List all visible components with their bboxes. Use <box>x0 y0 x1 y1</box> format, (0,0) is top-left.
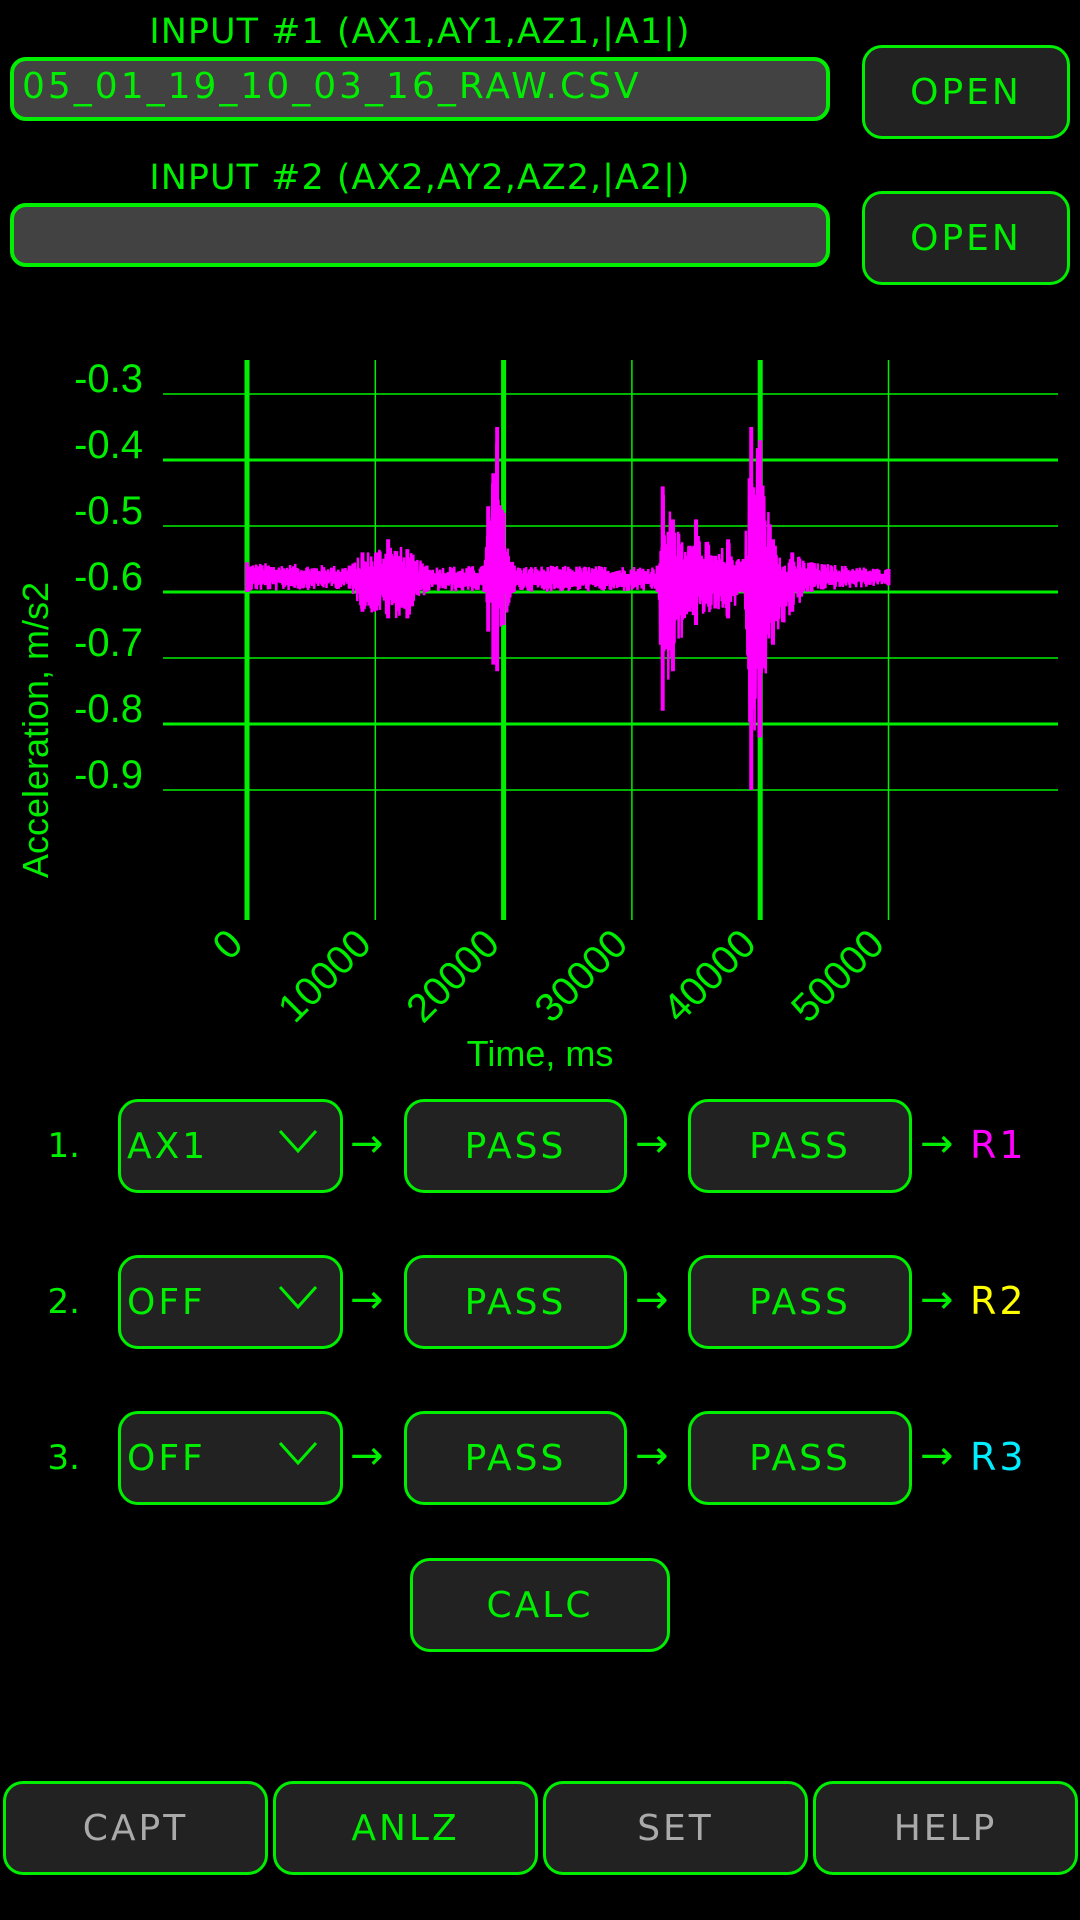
pipeline-row-number: 1. <box>47 1126 80 1166</box>
stage1-button-3[interactable]: PASS <box>404 1411 627 1505</box>
result-label-2: R2 <box>970 1279 1027 1323</box>
chevron-down-icon <box>278 1129 318 1154</box>
x-tick-label: 30000 <box>526 921 636 1031</box>
arrow-icon: → <box>350 1433 384 1479</box>
source-dropdown-3[interactable]: OFF <box>118 1411 343 1505</box>
calc-button[interactable]: CALC <box>410 1558 670 1652</box>
input-1-label: INPUT #1 (AX1,AY1,AZ1,|A1|) <box>149 12 691 52</box>
input-2-field[interactable] <box>10 203 830 267</box>
y-tick-label: -0.8 <box>74 687 143 731</box>
source-dropdown-value: OFF <box>127 1437 206 1479</box>
arrow-icon: → <box>920 1277 954 1323</box>
x-tick-label: 40000 <box>655 921 765 1031</box>
stage2-button-1[interactable]: PASS <box>688 1099 912 1193</box>
result-label-1: R1 <box>970 1123 1027 1167</box>
arrow-icon: → <box>635 1433 669 1479</box>
open-input-2-button[interactable]: OPEN <box>862 191 1070 285</box>
chevron-down-icon <box>278 1285 318 1310</box>
arrow-icon: → <box>635 1277 669 1323</box>
open-input-1-button[interactable]: OPEN <box>862 45 1070 139</box>
arrow-icon: → <box>635 1121 669 1167</box>
y-tick-label: -0.4 <box>74 423 143 467</box>
arrow-icon: → <box>920 1121 954 1167</box>
y-tick-label: -0.7 <box>74 621 143 665</box>
x-tick-label: 10000 <box>270 921 380 1031</box>
nav-tab-capt[interactable]: CAPT <box>3 1781 268 1875</box>
nav-tab-anlz[interactable]: ANLZ <box>273 1781 538 1875</box>
y-tick-label: -0.9 <box>74 753 143 797</box>
chevron-down-icon <box>278 1441 318 1466</box>
acceleration-chart[interactable]: -0.3 -0.4 -0.5 -0.6 -0.7 -0.8 -0.9 0 10000 20000… <box>0 340 1080 1080</box>
input-1-field[interactable]: 05_01_19_10_03_16_RAW.CSV <box>10 57 830 121</box>
arrow-icon: → <box>350 1121 384 1167</box>
source-dropdown-1[interactable]: AX1 <box>118 1099 343 1193</box>
source-dropdown-value: AX1 <box>127 1125 209 1167</box>
arrow-icon: → <box>350 1277 384 1323</box>
pipeline-row-number: 3. <box>47 1438 80 1478</box>
source-dropdown-value: OFF <box>127 1281 206 1323</box>
y-tick-label: -0.3 <box>74 357 143 401</box>
x-tick-label: 20000 <box>398 921 508 1031</box>
nav-tab-set[interactable]: SET <box>543 1781 808 1875</box>
stage2-button-3[interactable]: PASS <box>688 1411 912 1505</box>
x-tick-label: 0 <box>205 921 252 968</box>
result-label-3: R3 <box>970 1435 1027 1479</box>
y-tick-label: -0.5 <box>74 489 143 533</box>
nav-tab-help[interactable]: HELP <box>813 1781 1078 1875</box>
stage1-button-1[interactable]: PASS <box>404 1099 627 1193</box>
arrow-icon: → <box>920 1433 954 1479</box>
x-axis-label: Time, ms <box>467 1033 614 1074</box>
stage1-button-2[interactable]: PASS <box>404 1255 627 1349</box>
source-dropdown-2[interactable]: OFF <box>118 1255 343 1349</box>
input-2-label: INPUT #2 (AX2,AY2,AZ2,|A2|) <box>149 158 691 198</box>
x-tick-label: 50000 <box>783 921 893 1031</box>
pipeline-row-number: 2. <box>47 1282 80 1322</box>
stage2-button-2[interactable]: PASS <box>688 1255 912 1349</box>
y-axis-label: Acceleration, m/s2 <box>15 582 56 878</box>
y-tick-label: -0.6 <box>74 555 143 599</box>
